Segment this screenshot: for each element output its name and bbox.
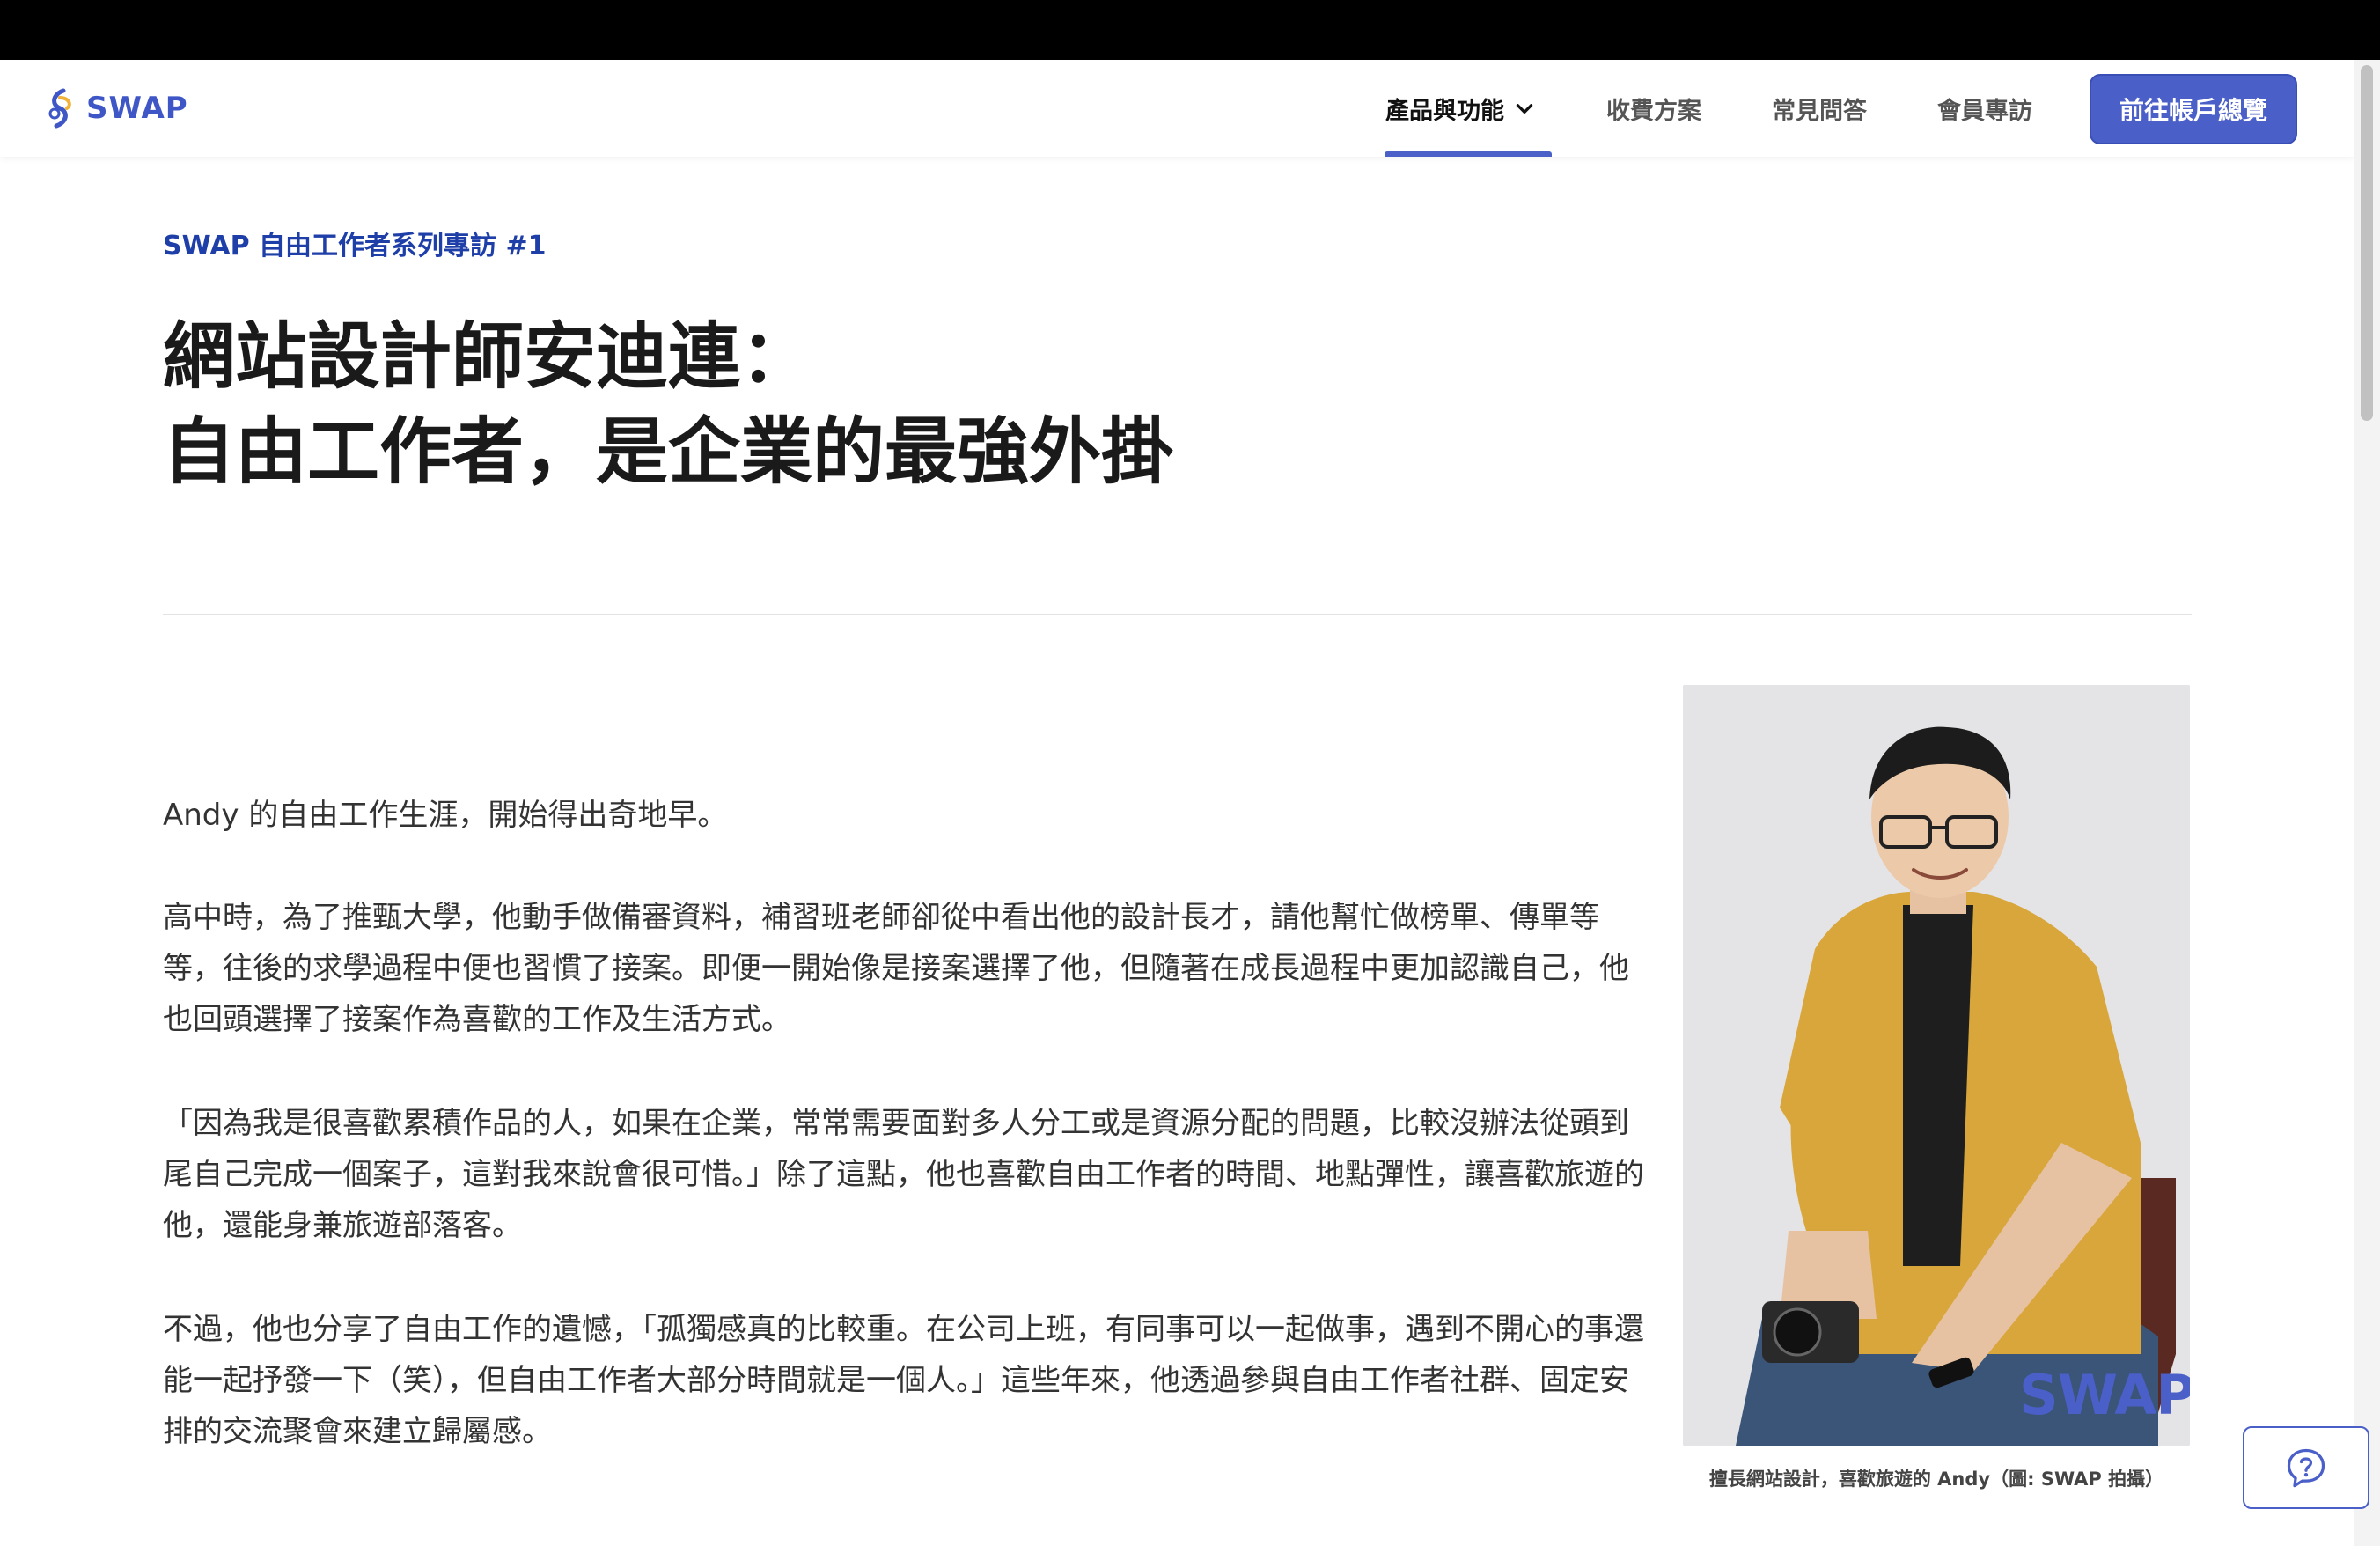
site-logo[interactable]: SWAP	[44, 86, 188, 130]
chevron-down-icon	[1516, 104, 1533, 114]
photo-caption: 擅長網站設計，喜歡旅遊的 Andy（圖: SWAP 拍攝）	[1708, 1469, 2164, 1490]
nav-item-faq[interactable]: 常見問答	[1772, 60, 1867, 157]
help-chat-button[interactable]	[2243, 1426, 2369, 1509]
nav-item-label: 收費方案	[1606, 97, 1701, 125]
portrait-illustration	[1683, 685, 2190, 1446]
title-divider	[163, 614, 2192, 615]
help-chat-icon	[2287, 1448, 2325, 1488]
nav-item-interviews[interactable]: 會員專訪	[1937, 60, 2032, 157]
active-nav-indicator	[1385, 151, 1552, 157]
article-paragraph: 不過，他也分享了自由工作的遺憾，「孤獨感真的比較重。在公司上班，有同事可以一起做…	[163, 1312, 1644, 1449]
photo-watermark: SWAP	[2019, 1363, 2190, 1427]
nav-item-products[interactable]: 產品與功能	[1385, 60, 1536, 157]
site-header: SWAP 產品與功能 收費方案 常見問答 會員專訪 前往帳戶總覽	[0, 60, 2354, 157]
article-paragraph: Andy 的自由工作生涯，開始得出奇地早。	[163, 798, 728, 833]
account-overview-button[interactable]: 前往帳戶總覽	[2090, 74, 2297, 144]
nav-item-label: 產品與功能	[1385, 97, 1504, 125]
article-title: 網站設計師安迪連： 自由工作者，是企業的最強外掛	[163, 310, 1173, 500]
article-paragraph: 「因為我是很喜歡累積作品的人，如果在企業，常常需要面對多人分工或是資源分配的問題…	[163, 1106, 1644, 1243]
nav-item-label: 常見問答	[1772, 97, 1867, 125]
logo-text: SWAP	[86, 91, 188, 126]
article-title-line-1: 網站設計師安迪連：	[163, 315, 813, 399]
page-scrollbar[interactable]	[2354, 60, 2380, 1546]
scrollbar-thumb[interactable]	[2361, 65, 2373, 421]
nav-item-pricing[interactable]: 收費方案	[1606, 60, 1701, 157]
browser-top-bar	[0, 0, 2380, 60]
nav-item-label: 會員專訪	[1937, 97, 2032, 125]
article-paragraph: 高中時，為了推甄大學，他動手做備審資料，補習班老師卻從中看出他的設計長才，請他幫…	[163, 900, 1629, 1037]
andy-portrait-photo: SWAP	[1683, 685, 2190, 1446]
swap-logo-icon	[48, 88, 71, 129]
article-title-line-2: 自由工作者，是企業的最強外掛	[163, 410, 1174, 494]
article-series-label: SWAP 自由工作者系列專訪 #1	[163, 231, 547, 261]
